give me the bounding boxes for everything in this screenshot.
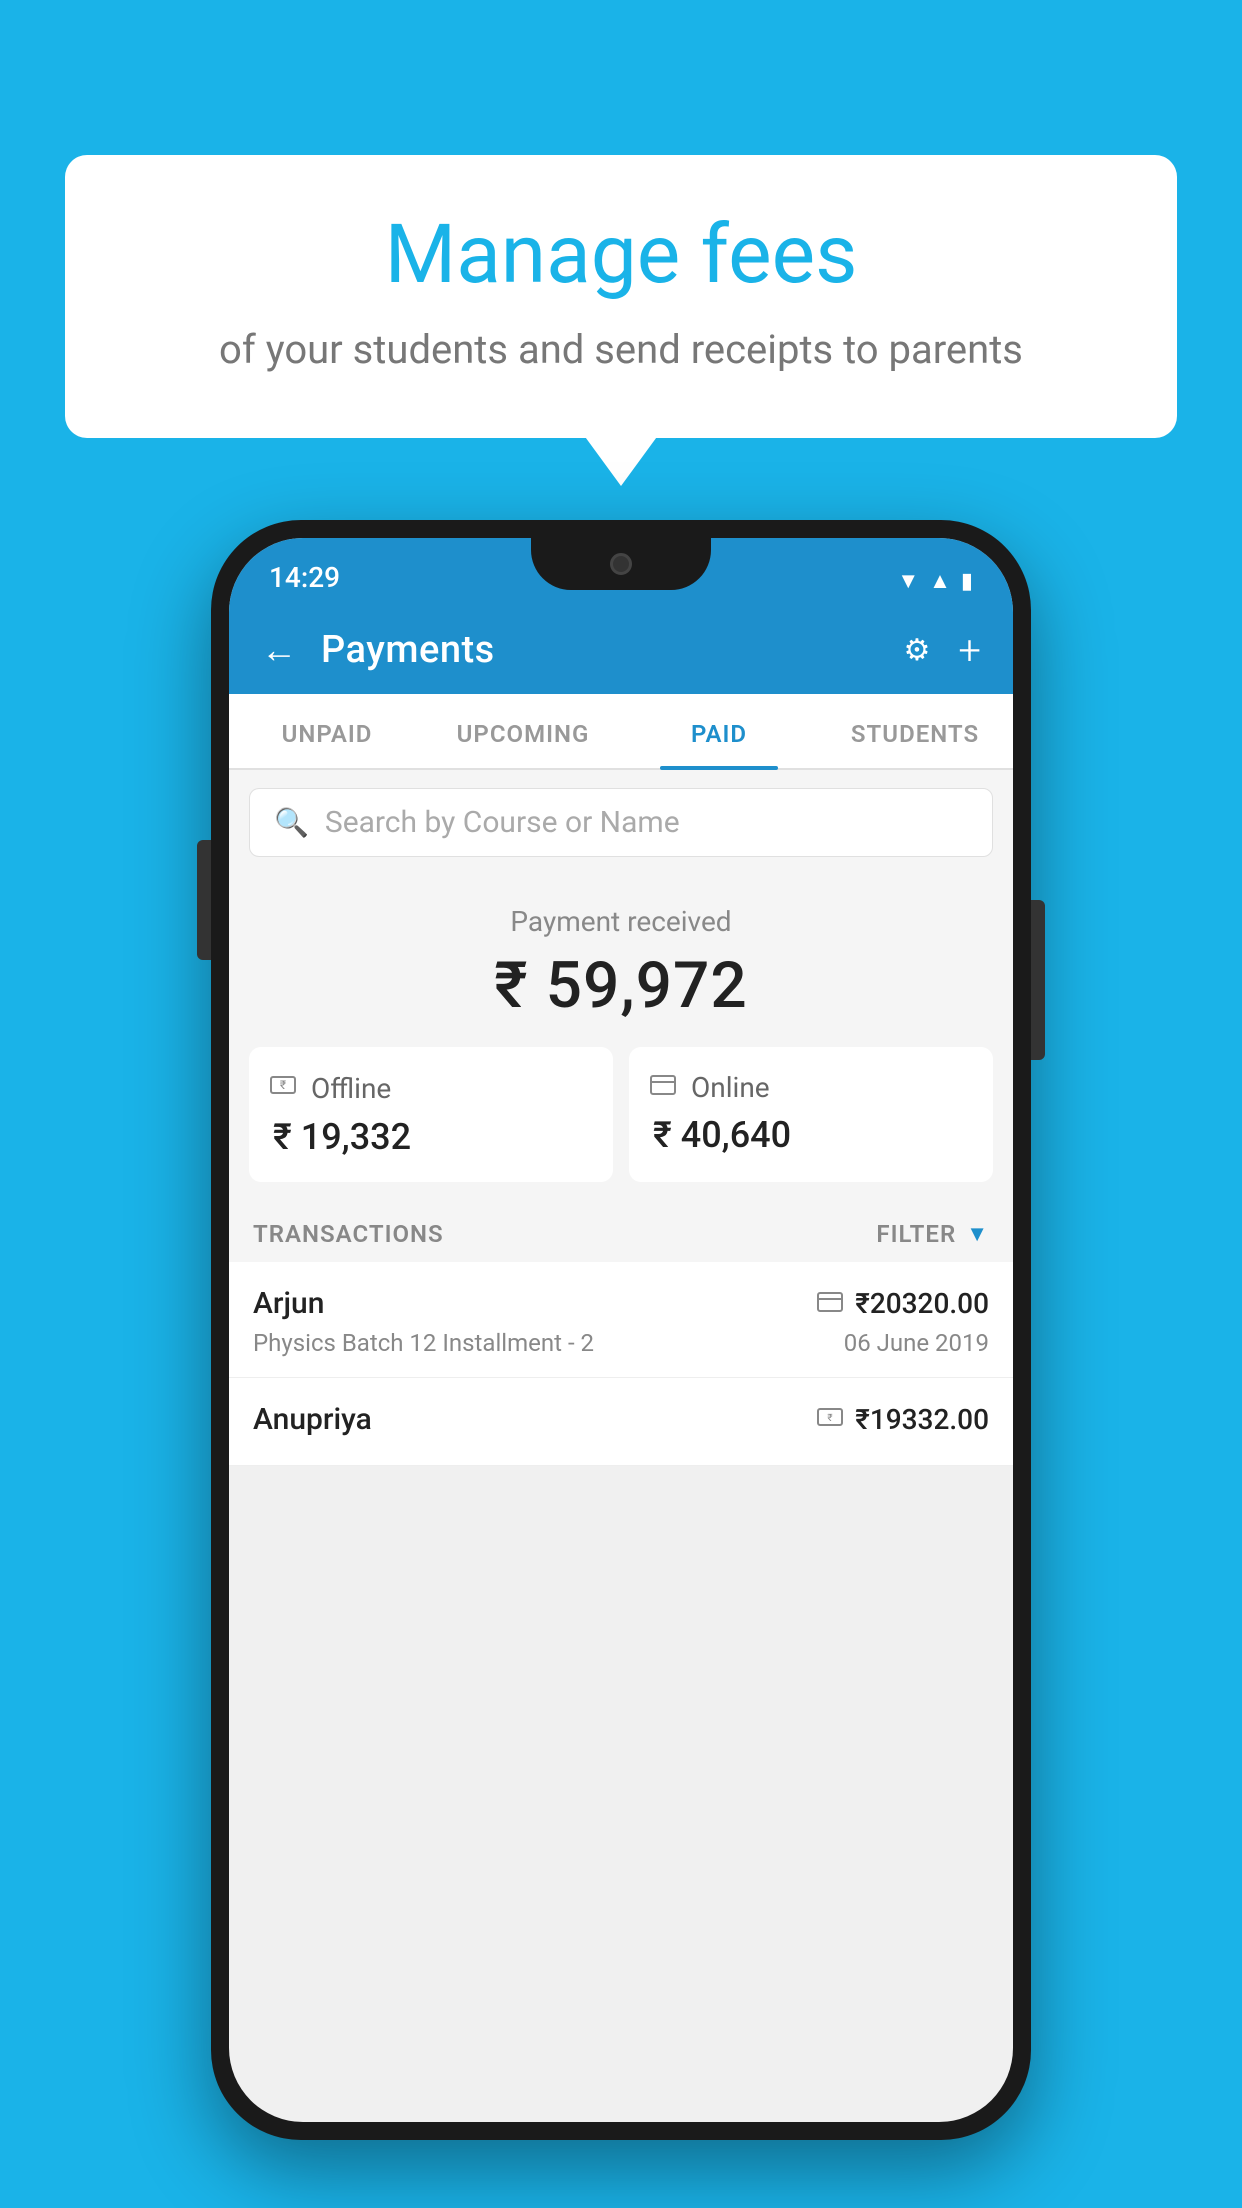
table-row[interactable]: Anupriya ₹ ₹19332.00	[229, 1378, 1013, 1466]
offline-label: Offline	[311, 1072, 391, 1105]
search-icon: 🔍	[274, 806, 309, 839]
settings-icon[interactable]: ⚙	[903, 633, 930, 668]
payment-received-label: Payment received	[249, 905, 993, 938]
phone-notch	[531, 538, 711, 590]
offline-transaction-icon: ₹	[817, 1405, 843, 1435]
transaction-top: Anupriya ₹ ₹19332.00	[253, 1402, 989, 1437]
svg-text:₹: ₹	[828, 1413, 833, 1424]
wifi-icon: ▼	[897, 568, 919, 594]
filter-label: FILTER	[876, 1220, 956, 1248]
svg-text:₹: ₹	[280, 1078, 286, 1092]
payment-received-section: Payment received ₹ 59,972	[229, 875, 1013, 1047]
speech-bubble-container: Manage fees of your students and send re…	[65, 155, 1177, 438]
transaction-amount: ₹20320.00	[855, 1287, 989, 1320]
offline-card-header: ₹ Offline	[269, 1071, 593, 1106]
transactions-header: TRANSACTIONS FILTER ▼	[229, 1202, 1013, 1262]
offline-icon: ₹	[269, 1071, 297, 1106]
phone-outer: 14:29 ▼ ▲ ▮ ← Payments ⚙ + UNPAID UPCO	[211, 520, 1031, 2140]
speech-bubble: Manage fees of your students and send re…	[65, 155, 1177, 438]
table-row[interactable]: Arjun ₹20320.00 Physics	[229, 1262, 1013, 1378]
filter-icon: ▼	[966, 1221, 989, 1247]
filter-button[interactable]: FILTER ▼	[876, 1220, 989, 1248]
transaction-date: 06 June 2019	[844, 1329, 989, 1357]
nav-title: Payments	[321, 628, 879, 672]
transaction-name: Arjun	[253, 1286, 324, 1321]
transaction-name: Anupriya	[253, 1402, 372, 1437]
status-time: 14:29	[269, 561, 340, 594]
back-button[interactable]: ←	[261, 629, 297, 671]
search-bar[interactable]: 🔍 Search by Course or Name	[249, 788, 993, 857]
online-payment-card: Online ₹ 40,640	[629, 1047, 993, 1182]
offline-amount: ₹ 19,332	[269, 1116, 593, 1158]
search-container: 🔍 Search by Course or Name	[229, 770, 1013, 875]
transaction-list: Arjun ₹20320.00 Physics	[229, 1262, 1013, 1466]
nav-icons: ⚙ +	[903, 627, 981, 674]
payment-cards-row: ₹ Offline ₹ 19,332	[229, 1047, 1013, 1202]
online-amount: ₹ 40,640	[649, 1114, 973, 1156]
phone-screen: 14:29 ▼ ▲ ▮ ← Payments ⚙ + UNPAID UPCO	[229, 538, 1013, 2122]
notch-camera	[610, 553, 632, 575]
signal-icon: ▲	[929, 568, 951, 594]
transaction-amount-wrap: ₹ ₹19332.00	[817, 1403, 989, 1436]
tabs-bar: UNPAID UPCOMING PAID STUDENTS	[229, 694, 1013, 770]
online-icon	[649, 1073, 677, 1103]
transaction-course: Physics Batch 12 Installment - 2	[253, 1329, 594, 1357]
transaction-amount-wrap: ₹20320.00	[817, 1287, 989, 1320]
add-icon[interactable]: +	[958, 627, 981, 674]
top-nav: ← Payments ⚙ +	[229, 606, 1013, 694]
bubble-title: Manage fees	[125, 210, 1117, 300]
transaction-bottom: Physics Batch 12 Installment - 2 06 June…	[253, 1329, 989, 1357]
tab-upcoming[interactable]: UPCOMING	[425, 694, 621, 768]
tab-students[interactable]: STUDENTS	[817, 694, 1013, 768]
tab-unpaid[interactable]: UNPAID	[229, 694, 425, 768]
online-card-header: Online	[649, 1071, 973, 1104]
phone-mockup: 14:29 ▼ ▲ ▮ ← Payments ⚙ + UNPAID UPCO	[211, 520, 1031, 2140]
offline-payment-card: ₹ Offline ₹ 19,332	[249, 1047, 613, 1182]
battery-icon: ▮	[961, 569, 973, 594]
search-input[interactable]: Search by Course or Name	[325, 805, 680, 840]
tab-paid[interactable]: PAID	[621, 694, 817, 768]
transaction-amount: ₹19332.00	[855, 1403, 989, 1436]
bubble-subtitle: of your students and send receipts to pa…	[125, 322, 1117, 378]
payment-received-amount: ₹ 59,972	[249, 948, 993, 1023]
transactions-label: TRANSACTIONS	[253, 1220, 444, 1248]
status-icons: ▼ ▲ ▮	[897, 568, 973, 594]
online-label: Online	[691, 1071, 770, 1104]
transaction-top: Arjun ₹20320.00	[253, 1286, 989, 1321]
online-transaction-icon	[817, 1289, 843, 1319]
